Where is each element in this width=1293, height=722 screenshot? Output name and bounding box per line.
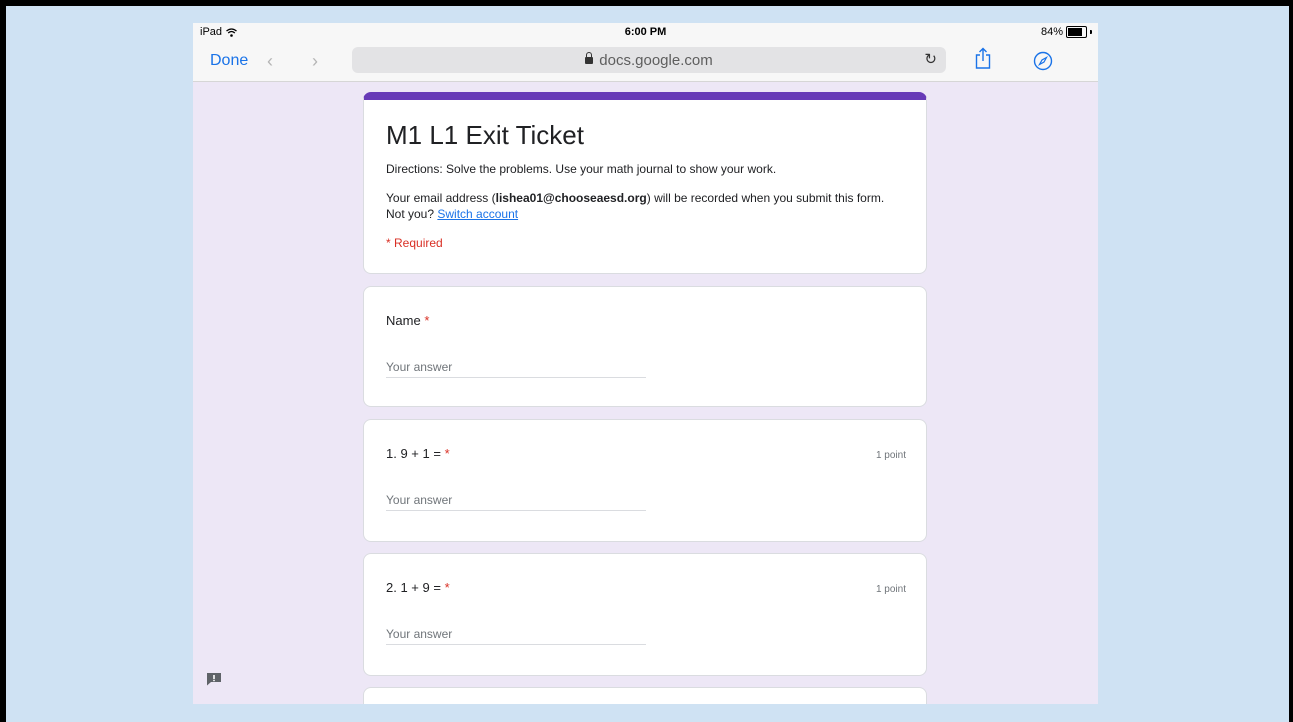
switch-account-link[interactable]: Switch account — [437, 207, 518, 221]
back-button[interactable]: ‹ — [267, 51, 273, 72]
battery-percent: 84% — [1040, 26, 1063, 38]
address-bar[interactable]: docs.google.com ↻ — [352, 47, 946, 73]
status-time: 6:00 PM — [624, 26, 667, 38]
battery-level — [1068, 28, 1083, 36]
address-text-wrap: docs.google.com — [352, 52, 946, 69]
question-title: 1. 9 + 1 = * — [386, 446, 450, 461]
required-star: * — [444, 446, 450, 461]
question-points: 1 point — [875, 450, 906, 461]
question-label: 2. 1 + 9 = — [386, 580, 441, 595]
status-bar: iPad 6:00 PM 84% — [193, 23, 1098, 41]
email-address: lishea01@chooseaesd.org — [495, 191, 647, 205]
question-points: 1 point — [875, 584, 906, 595]
required-star: * — [424, 313, 430, 328]
question-title: 2. 1 + 9 = * — [386, 580, 450, 595]
battery-nub — [1090, 30, 1092, 34]
ipad-screen: iPad 6:00 PM 84% Done ‹ › docs.google.co… — [193, 23, 1098, 704]
question-card-name: Name * — [363, 286, 927, 407]
question-label: 1. 9 + 1 = — [386, 446, 441, 461]
form-title: M1 L1 Exit Ticket — [386, 120, 584, 150]
slide-frame-top — [0, 0, 1293, 6]
question-title: Name * — [386, 313, 429, 328]
name-answer-input[interactable] — [386, 357, 646, 378]
question-card-1: 1. 9 + 1 = * 1 point — [363, 419, 927, 542]
question-1-answer-input[interactable] — [386, 490, 646, 511]
form-directions: Directions: Solve the problems. Use your… — [386, 162, 777, 176]
forward-button[interactable]: › — [312, 51, 318, 72]
browser-chrome: iPad 6:00 PM 84% Done ‹ › docs.google.co… — [193, 23, 1098, 82]
done-button[interactable]: Done — [210, 52, 248, 70]
form-header-card: M1 L1 Exit Ticket Directions: Solve the … — [363, 92, 927, 274]
slide-frame-right — [1289, 0, 1293, 722]
slide-frame-left — [0, 0, 6, 722]
browser-nav-row: Done ‹ › docs.google.com ↻ — [193, 45, 1098, 75]
question-card-partial — [363, 687, 927, 704]
question-label: Name — [386, 313, 421, 328]
reload-icon[interactable]: ↻ — [924, 50, 937, 68]
email-notice: Your email address (lishea01@chooseaesd.… — [386, 190, 896, 222]
share-icon[interactable] — [975, 47, 991, 69]
battery-icon — [1066, 26, 1087, 38]
lock-icon — [585, 52, 594, 64]
url-text: docs.google.com — [599, 52, 713, 69]
compass-icon[interactable] — [1033, 51, 1053, 71]
status-right: 84% — [1041, 26, 1092, 38]
report-issue-icon[interactable] — [206, 672, 222, 686]
email-prefix: Your email address ( — [386, 191, 496, 205]
required-note: * Required — [386, 236, 443, 250]
question-card-2: 2. 1 + 9 = * 1 point — [363, 553, 927, 676]
required-star: * — [444, 580, 450, 595]
question-2-answer-input[interactable] — [386, 624, 646, 645]
